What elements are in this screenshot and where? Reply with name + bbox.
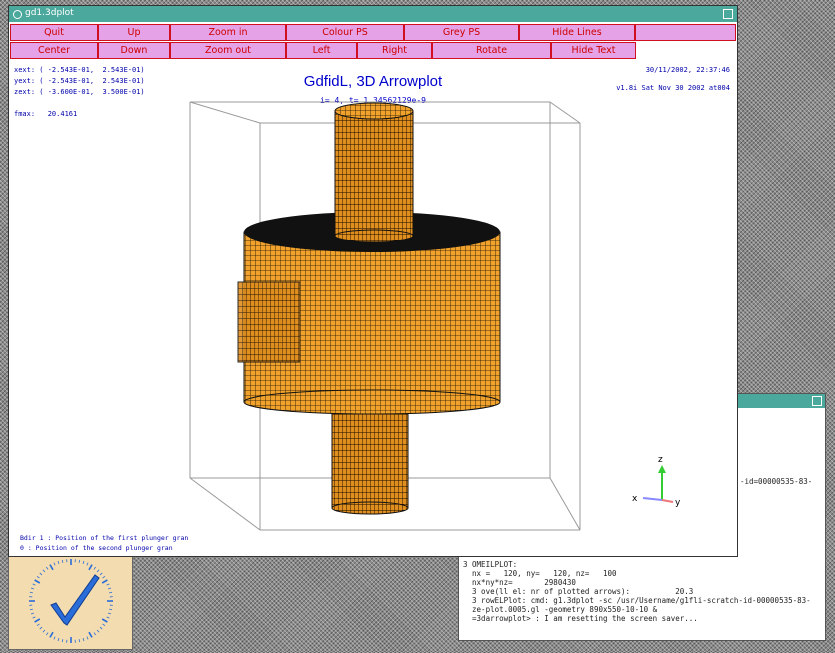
axis-label-y: y: [675, 498, 681, 508]
clock-tick: [109, 609, 112, 610]
clock-window: [8, 552, 133, 650]
clock-tick: [31, 613, 34, 614]
clock-tick: [40, 627, 42, 629]
plot-area[interactable]: xext: ( -2.543E-01, 2.543E-01) yext: ( -…: [10, 60, 736, 555]
clock-tick: [89, 632, 92, 637]
quit-button[interactable]: Quit: [10, 24, 98, 41]
zoom-out-button[interactable]: Zoom out: [170, 42, 286, 59]
left-button[interactable]: Left: [286, 42, 357, 59]
clock-tick: [109, 592, 112, 593]
clock-tick: [35, 580, 40, 583]
window-menu-icon[interactable]: [13, 10, 22, 19]
clock-tick: [50, 632, 53, 637]
clock-tick: [58, 561, 59, 564]
clock-tick: [102, 580, 107, 583]
rotate-button[interactable]: Rotate: [432, 42, 551, 59]
axis-triad-icon: z x y: [632, 455, 681, 508]
clock-tick: [46, 567, 48, 569]
hide-text-button[interactable]: Hide Text: [551, 42, 636, 59]
clock-tick: [58, 638, 59, 641]
clock-tick: [54, 637, 55, 640]
clock-tick: [97, 570, 99, 572]
clock-tick: [50, 565, 53, 570]
down-button[interactable]: Down: [98, 42, 170, 59]
terminal-line: nx = 120, ny= 120, nz= 100: [463, 569, 821, 578]
window-title: gd1.3dplot: [25, 8, 74, 18]
clock-tick: [108, 588, 111, 589]
clock-tick: [87, 637, 88, 640]
clock-tick: [102, 619, 107, 622]
clock-icon: [9, 553, 132, 649]
zoom-in-button[interactable]: Zoom in: [170, 24, 286, 41]
maximize-icon[interactable]: [812, 396, 822, 406]
clock-tick: [79, 639, 80, 642]
clock-tick: [79, 560, 80, 563]
clock-tick: [46, 633, 48, 635]
clock-tick: [54, 563, 55, 566]
axis-label-x: x: [632, 494, 638, 504]
clock-tick: [33, 617, 36, 618]
right-button[interactable]: Right: [357, 42, 432, 59]
clock-tick: [100, 573, 102, 575]
clock-tick: [87, 563, 88, 566]
button-row-2: Center Down Zoom out Left Right Rotate H…: [10, 42, 736, 59]
clock-tick: [103, 624, 105, 626]
terminal-line: =3darrowplot> : I am resetting the scree…: [463, 614, 821, 623]
clock-tick: [107, 584, 110, 585]
clock-tick: [97, 630, 99, 632]
clock-tick: [62, 639, 63, 642]
colour-ps-button[interactable]: Colour PS: [286, 24, 404, 41]
clock-tick: [89, 565, 92, 570]
clock-tick: [94, 567, 96, 569]
clock-tick: [37, 576, 39, 578]
legend-line-1: Bdir 1 : Position of the first plunger g…: [20, 534, 188, 542]
clock-tick: [35, 619, 40, 622]
lower-plunger: [332, 398, 408, 514]
clock-tick: [33, 584, 36, 585]
center-button[interactable]: Center: [10, 42, 98, 59]
terminal-line: 3 OMEILPLOT:: [463, 560, 821, 569]
clock-tick: [100, 627, 102, 629]
axis-label-z: z: [658, 455, 663, 465]
clock-tick: [31, 588, 34, 589]
blank-button[interactable]: [635, 24, 736, 41]
clock-tick: [83, 638, 84, 641]
clock-tick: [30, 592, 33, 593]
clock-tick: [108, 613, 111, 614]
clock-tick: [37, 624, 39, 626]
terminal-line: ze-plot.0005.gl -geometry 890x550-10-10 …: [463, 605, 821, 614]
clock-tick: [103, 576, 105, 578]
clock-tick: [43, 630, 45, 632]
terminal-side-text: -id=00000535-83-: [740, 477, 812, 486]
button-row-1: Quit Up Zoom in Colour PS Grey PS Hide L…: [10, 24, 736, 41]
clock-tick: [30, 609, 33, 610]
arrowplot-3d-scene: z x y: [10, 60, 736, 555]
terminal-line: nx*ny*nz= 2980430: [463, 578, 821, 587]
clock-tick: [40, 573, 42, 575]
up-button[interactable]: Up: [98, 24, 170, 41]
upper-plunger: [335, 103, 413, 242]
legend-line-2: 0 : Position of the second plunger gran: [20, 544, 173, 552]
maximize-icon[interactable]: [723, 9, 733, 19]
terminal-line: 3 ove(ll el: nr of plotted arrows): 20.3: [463, 587, 821, 596]
clock-tick: [62, 560, 63, 563]
clock-tick: [94, 633, 96, 635]
clock-tick: [83, 561, 84, 564]
plot-window[interactable]: gd1.3dplot Quit Up Zoom in Colour PS Gre…: [8, 5, 738, 557]
clock-tick: [43, 570, 45, 572]
hide-lines-button[interactable]: Hide Lines: [519, 24, 635, 41]
clock-tick: [107, 617, 110, 618]
terminal-line: 3 rowELPlot: cmd: g1.3dplot -sc /usr/Use…: [463, 596, 821, 605]
plot-window-titlebar[interactable]: gd1.3dplot: [9, 6, 737, 22]
grey-ps-button[interactable]: Grey PS: [404, 24, 519, 41]
